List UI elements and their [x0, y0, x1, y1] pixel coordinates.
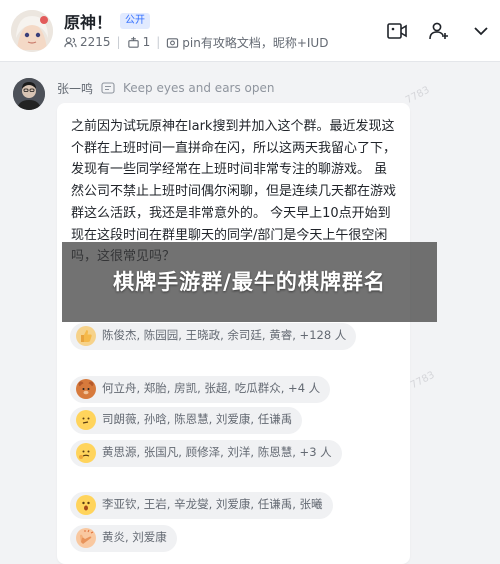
thumbs-up-icon	[76, 326, 96, 346]
member-count[interactable]: 2215	[64, 35, 111, 49]
status-icon	[101, 82, 115, 94]
group-description[interactable]: pin有攻略文档，昵称+IUD	[166, 34, 328, 51]
video-call-icon[interactable]	[386, 20, 408, 42]
title-row: 原神！ 公开	[64, 10, 151, 32]
reaction-names: 黄炎, 刘爱康	[102, 530, 167, 544]
more-icon[interactable]	[470, 20, 492, 42]
shocked-face-icon	[76, 495, 96, 515]
group-members-icon	[64, 36, 77, 47]
header-actions	[386, 20, 492, 42]
reaction-clapping[interactable]: 黄炎, 刘爱康	[70, 525, 177, 552]
reaction-thumbs-up[interactable]: 陈俊杰, 陈园园, 王晓政, 余司廷, 黄睿, +128 人	[70, 323, 357, 350]
overlay-title: 棋牌手游群/最牛的棋牌群名	[113, 270, 386, 294]
public-badge: 公开	[120, 13, 151, 29]
clapping-icon	[76, 528, 96, 548]
bear-face-icon	[76, 379, 96, 399]
message-meta: 张一鸣 Keep eyes and ears open	[57, 80, 275, 96]
reaction-thinking-2[interactable]: 黄思源, 张国凡, 顾修泽, 刘洋, 陈恩慧, +3 人	[70, 440, 342, 467]
chat-header: 原神！ 公开 2215 | 1 | pin有攻略文档，昵称+IUD	[0, 0, 500, 62]
watermark: 7783	[403, 84, 432, 107]
group-meta: 2215 | 1 | pin有攻略文档，昵称+IUD	[64, 34, 328, 50]
admin-icon	[127, 36, 139, 48]
reaction-names: 司朗薇, 孙晗, 陈恩慧, 刘爱康, 任谦禹	[102, 412, 293, 426]
overlay-banner: 棋牌手游群/最牛的棋牌群名	[62, 242, 437, 322]
group-title: 原神！	[64, 13, 113, 32]
reaction-shocked[interactable]: 李亚钦, 王岩, 辛龙燮, 刘爱康, 任谦禹, 张曦	[70, 492, 333, 519]
sender-status: Keep eyes and ears open	[123, 81, 275, 95]
doc-icon	[167, 37, 179, 48]
reaction-names: 李亚钦, 王岩, 辛龙燮, 刘爱康, 任谦禹, 张曦	[102, 497, 323, 511]
reaction-thinking-1[interactable]: 司朗薇, 孙晗, 陈恩慧, 刘爱康, 任谦禹	[70, 407, 303, 434]
sender-name[interactable]: 张一鸣	[57, 80, 93, 97]
thinking-face-icon	[76, 443, 96, 463]
divider: |	[156, 35, 161, 49]
watermark: 7783	[408, 369, 437, 392]
add-member-icon[interactable]	[428, 20, 450, 42]
sender-avatar[interactable]	[13, 78, 45, 110]
reaction-bear[interactable]: 何立舟, 郑胎, 房凯, 张超, 吃瓜群众, +4 人	[70, 376, 331, 403]
divider: |	[116, 35, 121, 49]
thinking-face-icon	[76, 410, 96, 430]
reaction-names: 陈俊杰, 陈园园, 王晓政, 余司廷, 黄睿, +128 人	[102, 328, 347, 342]
group-avatar[interactable]	[11, 10, 53, 52]
reaction-names: 黄思源, 张国凡, 顾修泽, 刘洋, 陈恩慧, +3 人	[102, 445, 332, 459]
message-bubble[interactable]: 之前因为试玩原神在lark搜到并加入这个群。最近发现这个群在上班时间一直拼命在闪…	[57, 103, 410, 564]
admin-count[interactable]: 1	[127, 35, 150, 49]
reaction-names: 何立舟, 郑胎, 房凯, 张超, 吃瓜群众, +4 人	[102, 381, 321, 395]
